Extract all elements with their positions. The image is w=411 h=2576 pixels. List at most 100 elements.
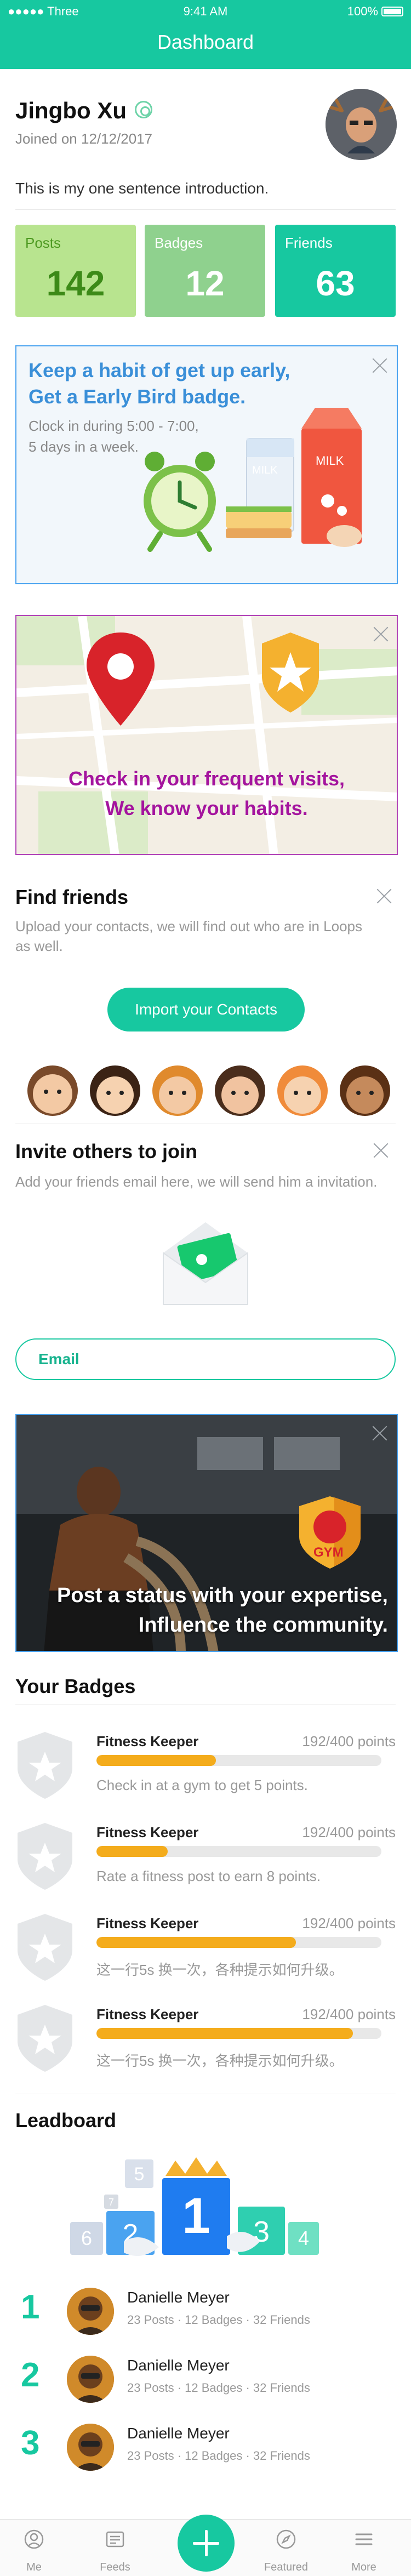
face-icon	[27, 1065, 78, 1116]
badge-item[interactable]: Fitness Keeper 192/400 points Rate a fit…	[15, 1821, 396, 1903]
early-bird-title-line2: Get a Early Bird badge.	[28, 385, 246, 408]
frequent-visits-card[interactable]: Check in your frequent visits, We know y…	[15, 615, 398, 855]
early-bird-desc-line2: 5 days in a week.	[28, 438, 139, 455]
badge-points: 192/400 points	[302, 1824, 396, 1840]
badge-progress-fill	[96, 1755, 216, 1766]
badge-progress-fill	[96, 1846, 168, 1857]
early-bird-card[interactable]: Keep a habit of get up early, Get a Earl…	[15, 345, 398, 584]
find-friends-title: Find friends	[15, 886, 128, 908]
leaderboard-rank: 1	[21, 2288, 40, 2326]
frequent-visits-line2: We know your habits.	[105, 797, 308, 819]
leaderboard-name: Danielle Meyer	[127, 2357, 230, 2374]
podium-block-label: 7	[109, 2197, 114, 2208]
badge-item[interactable]: Fitness Keeper 192/400 points Check in a…	[15, 1730, 396, 1812]
podium-block-label: 6	[81, 2227, 92, 2249]
leaderboard-row[interactable]: 2 Danielle Meyer 23 Posts · 12 Badges · …	[15, 2350, 396, 2405]
import-contacts-button[interactable]: Import your Contacts	[107, 988, 305, 1031]
shield-badge-icon	[18, 1732, 72, 1799]
gym-promo-card[interactable]: GYM Post a status with your expertise, I…	[15, 1414, 398, 1652]
gym-promo-text: Post a status with your expertise, Influ…	[57, 1581, 388, 1640]
leaderboard-rank: 2	[21, 2356, 40, 2394]
badge-progress-bar	[96, 1755, 381, 1766]
avatar-image	[67, 2424, 114, 2471]
stat-posts-label: Posts	[25, 235, 61, 251]
tab-featured[interactable]: Featured	[259, 2520, 313, 2576]
face-icon	[90, 1065, 140, 1116]
leaderboard-row[interactable]: 3 Danielle Meyer 23 Posts · 12 Badges · …	[15, 2418, 396, 2473]
avatar-image	[67, 2356, 114, 2403]
tab-featured-label: Featured	[264, 2561, 309, 2573]
stat-posts[interactable]: Posts 142	[15, 225, 136, 317]
leaderboard-meta: 23 Posts · 12 Badges · 32 Friends	[127, 2313, 310, 2327]
early-bird-title: Keep a habit of get up early, Get a Earl…	[28, 357, 335, 410]
stat-badges-value: 12	[185, 264, 225, 303]
find-friends-desc: Upload your contacts, we will find out w…	[15, 916, 362, 956]
avatar	[67, 2288, 114, 2335]
leaderboard-name: Danielle Meyer	[127, 2289, 230, 2306]
frequent-visits-text: Check in your frequent visits, We know y…	[16, 764, 397, 823]
badge-item[interactable]: Fitness Keeper 192/400 points 这一行5s 换一次，…	[15, 2003, 396, 2085]
close-icon[interactable]	[373, 626, 389, 642]
badge-progress-fill	[96, 2028, 353, 2039]
tab-feeds[interactable]: Feeds	[88, 2520, 142, 2576]
invite-desc: Add your friends email here, we will sen…	[15, 1173, 378, 1190]
podium-illustration: 5 7 6 2 1 3 4	[70, 2157, 319, 2256]
face-icon	[340, 1065, 390, 1116]
tab-me[interactable]: Me	[7, 2520, 61, 2576]
stat-badges[interactable]: Badges 12	[145, 225, 265, 317]
menu-icon	[355, 2533, 373, 2545]
leaderboard-title: Leadboard	[15, 2109, 117, 2132]
divider	[15, 209, 396, 210]
badge-points: 192/400 points	[302, 1733, 396, 1749]
face-icon	[215, 1065, 265, 1116]
badge-desc: 这一行5s 换一次，各种提示如何升级。	[96, 2053, 344, 2069]
user-icon	[24, 2529, 44, 2549]
envelope-icon	[163, 1222, 248, 1305]
battery-indicator: 100%	[347, 4, 403, 19]
avatar	[67, 2356, 114, 2403]
find-friends-desc-line1: Upload your contacts, we will find out w…	[15, 918, 363, 934]
face-icon	[152, 1065, 203, 1116]
stat-posts-value: 142	[46, 264, 105, 303]
avatar-image	[67, 2288, 114, 2335]
badge-points: 192/400 points	[302, 2006, 396, 2022]
add-post-button[interactable]	[178, 2515, 235, 2572]
battery-text: 100%	[347, 4, 378, 18]
leaderboard-row[interactable]: 1 Danielle Meyer 23 Posts · 12 Badges · …	[15, 2282, 396, 2337]
profile-name: Jingbo Xu	[15, 98, 127, 123]
gym-promo-line2: Influence the community.	[138, 1614, 388, 1637]
badge-progress-bar	[96, 1937, 381, 1948]
gym-promo-line1: Post a status with your expertise,	[57, 1584, 388, 1607]
badge-progress-fill	[96, 1937, 296, 1948]
avatar-image	[326, 89, 397, 160]
close-icon[interactable]	[372, 357, 388, 374]
badge-item[interactable]: Fitness Keeper 192/400 points 这一行5s 换一次，…	[15, 1912, 396, 1994]
stat-badges-label: Badges	[155, 235, 203, 251]
badge-desc: Rate a fitness post to earn 8 points.	[96, 1868, 321, 1884]
email-field[interactable]: Email	[15, 1338, 396, 1380]
close-icon[interactable]	[376, 888, 392, 904]
badge-desc: Check in at a gym to get 5 points.	[96, 1777, 308, 1793]
joined-date: Joined on 12/12/2017	[15, 130, 153, 147]
podium-block-label: 5	[134, 2164, 145, 2185]
tab-more[interactable]: More	[336, 2520, 391, 2576]
avatar[interactable]	[326, 89, 397, 160]
close-icon[interactable]	[372, 1425, 388, 1441]
shield-badge-icon	[18, 1823, 72, 1890]
frequent-visits-line1: Check in your frequent visits,	[68, 767, 345, 790]
face-icon	[277, 1065, 328, 1116]
battery-icon	[381, 7, 403, 16]
leaderboard-meta: 23 Posts · 12 Badges · 32 Friends	[127, 2381, 310, 2395]
early-bird-desc: Clock in during 5:00 - 7:00, 5 days in a…	[28, 415, 226, 457]
status-bar: ●●●●● Three 9:41 AM 100%	[0, 0, 411, 22]
milk-box-label-1: MILK	[252, 464, 278, 476]
dashboard-page: ●●●●● Three 9:41 AM 100% Dashboard Jingb…	[0, 0, 411, 2576]
badge-points: 192/400 points	[302, 1915, 396, 1931]
shield-badge-icon	[18, 1914, 72, 1981]
stat-friends[interactable]: Friends 63	[275, 225, 396, 317]
tab-feeds-label: Feeds	[100, 2561, 130, 2573]
badge-name: Fitness Keeper	[96, 2006, 199, 2022]
badges-title: Your Badges	[15, 1675, 136, 1697]
leaderboard-name: Danielle Meyer	[127, 2425, 230, 2442]
close-icon[interactable]	[373, 1142, 389, 1159]
